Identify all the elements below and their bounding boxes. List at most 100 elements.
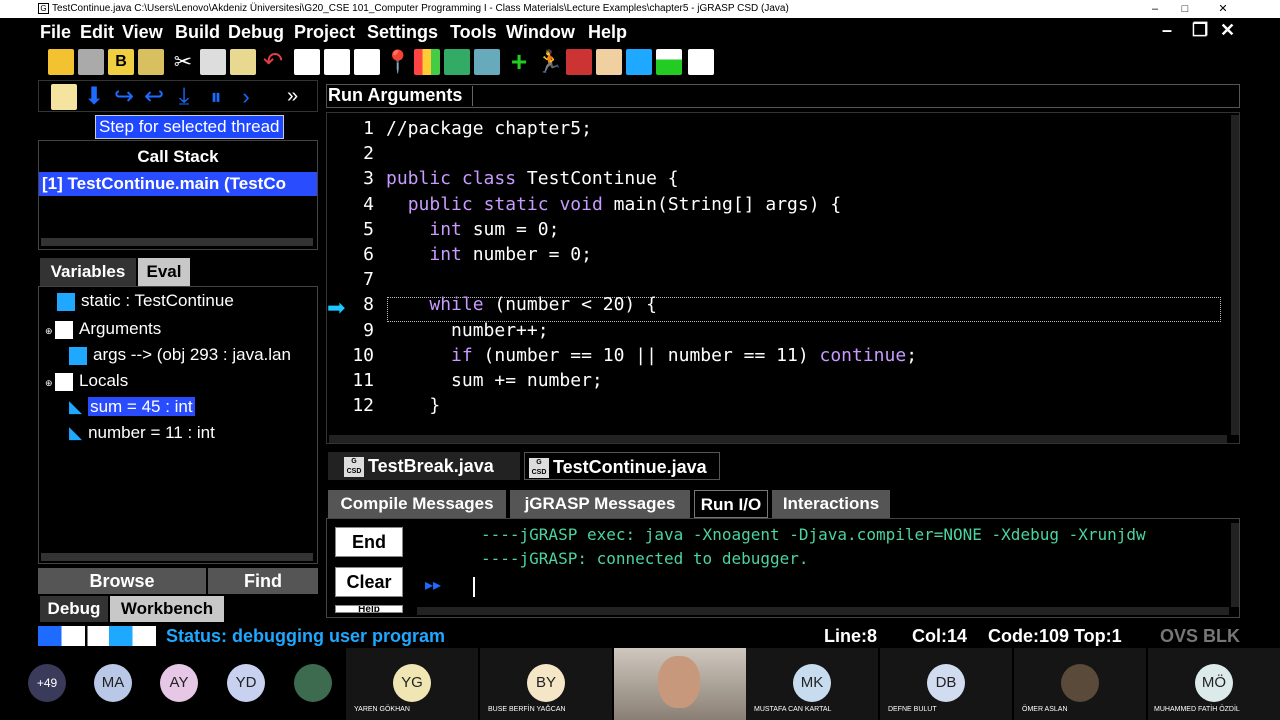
cut-icon[interactable]: ✂	[170, 49, 196, 75]
tab-variables[interactable]: Variables	[40, 258, 136, 286]
tab-jgrasp-messages[interactable]: jGRASP Messages	[510, 490, 690, 518]
step-out-icon[interactable]: ↩	[141, 84, 167, 110]
compile-icon[interactable]: +	[506, 48, 532, 76]
pause-icon[interactable]: ⏸	[203, 84, 229, 110]
step-over-icon[interactable]: ↪	[111, 84, 137, 110]
call-stack-item[interactable]: [1] TestContinue.main (TestCo	[39, 172, 317, 196]
paste-icon[interactable]	[230, 49, 256, 75]
copy-icon[interactable]	[200, 49, 226, 75]
print-icon[interactable]	[138, 49, 164, 75]
avatar[interactable]: AY	[160, 664, 198, 702]
file-tab-testbreak[interactable]: G CSD TestBreak.java	[328, 452, 520, 480]
status-icons[interactable]	[38, 626, 156, 646]
avatar[interactable]: MA	[94, 664, 132, 702]
find-button[interactable]: Find	[208, 568, 318, 594]
chart-icon[interactable]	[414, 49, 440, 75]
avatar[interactable]: MK	[793, 664, 831, 702]
run-applet-icon[interactable]	[596, 49, 622, 75]
code-line[interactable]: while (number < 20) {	[386, 294, 657, 315]
var-locals[interactable]: ⊕ Locals	[45, 371, 128, 391]
console-cursor[interactable]	[473, 577, 475, 597]
var-arguments[interactable]: ⊕ Arguments	[45, 319, 161, 339]
canvas-icon[interactable]	[626, 49, 652, 75]
help-button[interactable]: Help	[335, 605, 403, 613]
inner-minimize-button[interactable]: –	[1162, 20, 1172, 41]
line-number: 11	[352, 370, 374, 391]
menu-build[interactable]: Build	[175, 22, 220, 43]
uml-icon[interactable]	[444, 49, 470, 75]
tab-run-io[interactable]: Run I/O	[694, 490, 768, 518]
code-line[interactable]: public class TestContinue {	[386, 168, 679, 189]
tab-compile-messages[interactable]: Compile Messages	[328, 490, 506, 518]
tab-interactions[interactable]: Interactions	[772, 490, 890, 518]
overflow-icon[interactable]: »	[287, 85, 298, 108]
editor-hscrollbar[interactable]	[329, 435, 1227, 443]
inner-restore-button[interactable]: ❐	[1192, 20, 1208, 41]
interactions-icon[interactable]	[656, 49, 682, 75]
editor-vscrollbar[interactable]	[1231, 115, 1239, 435]
menu-help[interactable]: Help	[588, 22, 627, 43]
avatar[interactable]: YD	[227, 664, 265, 702]
variables-scrollbar[interactable]	[41, 553, 313, 561]
browse-icon[interactable]: B	[108, 49, 134, 75]
remove-csd-icon[interactable]	[324, 49, 350, 75]
code-line[interactable]: }	[386, 395, 440, 416]
console-hscrollbar[interactable]	[417, 607, 1229, 615]
stop-icon[interactable]	[51, 84, 77, 110]
end-button[interactable]: End	[335, 527, 403, 557]
code-editor[interactable]: ➡	[326, 112, 1240, 444]
undo-icon[interactable]: ↶	[260, 49, 286, 75]
avatar-photo[interactable]	[1061, 664, 1099, 702]
menu-file[interactable]: File	[40, 22, 71, 43]
generate-csd-icon[interactable]	[294, 49, 320, 75]
step-in-icon[interactable]: ⬇	[81, 84, 107, 110]
avatar[interactable]: BY	[527, 664, 565, 702]
book-icon[interactable]	[474, 49, 500, 75]
code-line[interactable]: number++;	[386, 320, 549, 341]
var-static[interactable]: static : TestContinue	[57, 291, 234, 311]
maximize-button[interactable]: □	[1165, 0, 1205, 18]
code-line[interactable]: int sum = 0;	[386, 219, 559, 240]
browse-button[interactable]: Browse	[38, 568, 206, 594]
menu-tools[interactable]: Tools	[450, 22, 497, 43]
inner-close-button[interactable]: ✕	[1220, 20, 1235, 41]
step-to-cursor-icon[interactable]: ⤓	[171, 84, 197, 110]
var-args[interactable]: args --> (obj 293 : java.lan	[69, 345, 291, 365]
code-line[interactable]: if (number == 10 || number == 11) contin…	[386, 345, 917, 366]
code-line[interactable]: public static void main(String[] args) {	[386, 194, 842, 215]
avatar[interactable]: MÖ	[1195, 664, 1233, 702]
breakpoint-pin-icon[interactable]: 📍	[384, 49, 411, 75]
close-button[interactable]: ✕	[1203, 0, 1243, 18]
menu-view[interactable]: View	[122, 22, 163, 43]
clear-button[interactable]: Clear	[335, 567, 403, 597]
code-line[interactable]: sum += number;	[386, 370, 603, 391]
run-arguments-input[interactable]	[472, 86, 1238, 106]
active-speaker-video[interactable]	[614, 648, 746, 720]
open-folder-icon[interactable]	[48, 49, 74, 75]
notes-icon[interactable]	[688, 49, 714, 75]
file-tab-testcontinue[interactable]: G CSD TestContinue.java	[524, 452, 720, 480]
menu-edit[interactable]: Edit	[80, 22, 114, 43]
tab-eval[interactable]: Eval	[138, 258, 190, 286]
call-stack-scrollbar[interactable]	[41, 238, 313, 246]
debug-bug-icon[interactable]	[566, 49, 592, 75]
code-line[interactable]: //package chapter5;	[386, 118, 592, 139]
avatar-photo[interactable]	[294, 664, 332, 702]
avatar[interactable]: YG	[393, 664, 431, 702]
tab-debug[interactable]: Debug	[40, 596, 108, 622]
resume-icon[interactable]: ›	[233, 84, 259, 110]
code-line[interactable]: int number = 0;	[386, 244, 592, 265]
var-number[interactable]: ◣ number = 11 : int	[69, 423, 215, 443]
menu-settings[interactable]: Settings	[367, 22, 438, 43]
tab-workbench[interactable]: Workbench	[110, 596, 224, 622]
var-sum[interactable]: ◣ sum = 45 : int	[69, 397, 195, 417]
avatar[interactable]: DB	[927, 664, 965, 702]
run-icon[interactable]: 🏃	[536, 49, 563, 75]
console-vscrollbar[interactable]	[1231, 523, 1239, 607]
fold-icon[interactable]	[354, 49, 380, 75]
menu-debug[interactable]: Debug	[228, 22, 284, 43]
avatar[interactable]: +49	[28, 664, 66, 702]
menu-project[interactable]: Project	[294, 22, 355, 43]
menu-window[interactable]: Window	[506, 22, 575, 43]
save-icon[interactable]	[78, 49, 104, 75]
